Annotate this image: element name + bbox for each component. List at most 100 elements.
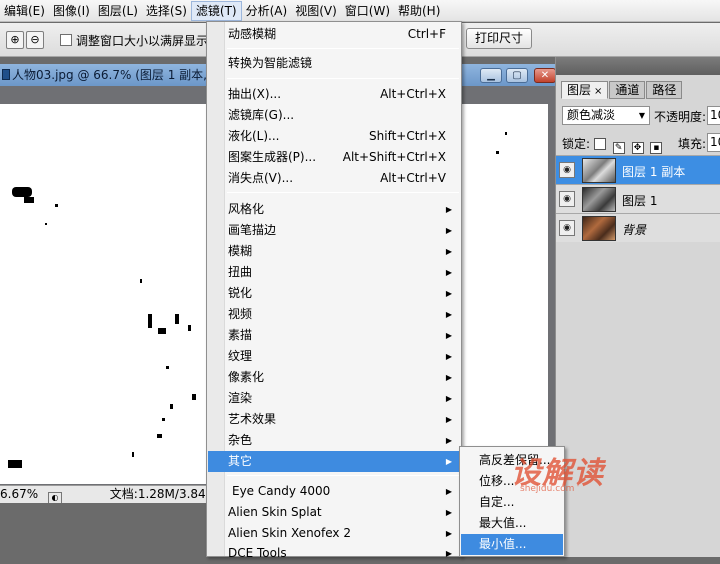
menu-help[interactable]: 帮助(H) xyxy=(394,1,444,21)
fill-input[interactable]: 10 xyxy=(707,133,720,152)
menu-filter[interactable]: 滤镜(T) xyxy=(190,0,242,21)
menu-item-sharpen[interactable]: 锐化 ▶ xyxy=(208,283,460,304)
layer-thumbnail xyxy=(582,216,616,241)
submenu-arrow-icon: ▶ xyxy=(445,205,452,214)
submenu-arrow-icon: ▶ xyxy=(445,247,452,256)
submenu-arrow-icon: ▶ xyxy=(445,331,452,340)
layer-row[interactable]: ◉ 背景 xyxy=(556,213,720,242)
panel-grip[interactable] xyxy=(556,57,720,75)
lock-transparent-icon[interactable] xyxy=(593,138,606,150)
close-icon[interactable]: × xyxy=(594,86,602,97)
menu-edit[interactable]: 编辑(E) xyxy=(0,1,49,21)
menu-item-blur[interactable]: 模糊 ▶ xyxy=(208,241,460,262)
menu-item-eye-candy[interactable]: Eye Candy 4000 ▶ xyxy=(208,481,460,502)
panel-tabs: 图层 × 通道 路径 xyxy=(561,81,683,99)
menu-item-extract[interactable]: 抽出(X)... Alt+Ctrl+X xyxy=(208,84,460,105)
eye-icon[interactable]: ◉ xyxy=(559,220,575,236)
resize-window-checkbox[interactable] xyxy=(60,34,72,46)
submenu-item-custom[interactable]: 自定... xyxy=(461,492,563,513)
menu-item-smart-filter[interactable]: 转换为智能滤镜 xyxy=(208,53,460,74)
close-icon[interactable]: ✕ xyxy=(534,68,556,83)
menu-item-render[interactable]: 渲染 ▶ xyxy=(208,388,460,409)
lock-all-icon[interactable]: ▪ xyxy=(650,142,663,154)
minimize-icon[interactable]: ▁ xyxy=(480,68,502,83)
menu-separator xyxy=(227,78,459,79)
layer-name: 背景 xyxy=(622,223,647,237)
print-size-button[interactable]: 打印尺寸 xyxy=(466,28,532,49)
menu-item-label: 像素化 xyxy=(228,370,265,384)
menu-item-label: Eye Candy 4000 xyxy=(232,484,331,498)
menu-item-vanishing-point[interactable]: 消失点(V)... Alt+Ctrl+V xyxy=(208,168,460,189)
menu-item-label: 杂色 xyxy=(228,433,253,447)
layer-row[interactable]: ◉ 图层 1 副本 xyxy=(556,155,720,184)
menu-item-liquify[interactable]: 液化(L)... Shift+Ctrl+X xyxy=(208,126,460,147)
menu-item-label: Alien Skin Splat xyxy=(228,505,322,519)
menu-image[interactable]: 图像(I) xyxy=(49,1,94,21)
submenu-arrow-icon: ▶ xyxy=(445,373,452,382)
filter-menu: 动感模糊 Ctrl+F 转换为智能滤镜 抽出(X)... Alt+Ctrl+X … xyxy=(206,21,462,560)
document-title: 人物03.jpg @ 66.7% (图层 1 副本, R xyxy=(12,68,220,82)
menu-analysis[interactable]: 分析(A) xyxy=(242,1,292,21)
submenu-item-minimum[interactable]: 最小值... xyxy=(461,534,563,555)
menu-item-label: 画笔描边 xyxy=(228,223,277,237)
menu-item-shortcut: Alt+Ctrl+X xyxy=(380,87,446,101)
menu-item-shortcut: Ctrl+F xyxy=(407,27,446,41)
lock-label: 锁定: xyxy=(562,137,591,151)
submenu-arrow-icon: ▶ xyxy=(445,226,452,235)
menu-item-label: 风格化 xyxy=(228,202,265,216)
eye-icon[interactable]: ◉ xyxy=(559,191,575,207)
menu-item-alien-skin-splat[interactable]: Alien Skin Splat ▶ xyxy=(208,502,460,523)
menu-item-pixelate[interactable]: 像素化 ▶ xyxy=(208,367,460,388)
eye-icon[interactable]: ◉ xyxy=(559,162,575,178)
document-icon xyxy=(2,69,10,80)
layer-thumbnail xyxy=(582,187,616,212)
menu-item-stylize[interactable]: 风格化 ▶ xyxy=(208,199,460,220)
menu-separator xyxy=(227,475,459,476)
zoom-level[interactable]: 6.67% xyxy=(0,487,38,501)
menu-item-artistic[interactable]: 艺术效果 ▶ xyxy=(208,409,460,430)
submenu-item-maximum[interactable]: 最大值... xyxy=(461,513,563,534)
menu-item-distort[interactable]: 扭曲 ▶ xyxy=(208,262,460,283)
menu-window[interactable]: 窗口(W) xyxy=(341,1,394,21)
menu-item-pattern-maker[interactable]: 图案生成器(P)... Alt+Shift+Ctrl+X xyxy=(208,147,460,168)
menu-item-label: 视频 xyxy=(228,307,253,321)
menu-item-label: Alien Skin Xenofex 2 xyxy=(228,526,351,540)
menu-item-texture[interactable]: 纹理 ▶ xyxy=(208,346,460,367)
menu-item-filter-gallery[interactable]: 滤镜库(G)... xyxy=(208,105,460,126)
zoom-in-icon[interactable]: ⊕ xyxy=(6,31,24,49)
menu-item-shortcut: Alt+Shift+Ctrl+X xyxy=(342,150,446,164)
menu-item-video[interactable]: 视频 ▶ xyxy=(208,304,460,325)
menu-separator xyxy=(227,192,459,193)
opacity-input[interactable]: 10 xyxy=(707,106,720,125)
layer-row[interactable]: ◉ 图层 1 xyxy=(556,184,720,213)
zoom-out-icon[interactable]: ⊖ xyxy=(26,31,44,49)
menu-item-alien-skin-xenofex[interactable]: Alien Skin Xenofex 2 ▶ xyxy=(208,523,460,544)
layer-thumbnail xyxy=(582,158,616,183)
resize-window-label: 调整窗口大小以满屏显示 xyxy=(76,34,209,48)
document-size: 文档:1.28M/3.84M xyxy=(109,487,217,501)
menu-item-label: 滤镜库(G)... xyxy=(228,108,295,122)
menu-item-label: 渲染 xyxy=(228,391,253,405)
submenu-arrow-icon: ▶ xyxy=(445,549,452,558)
maximize-icon[interactable]: ▢ xyxy=(506,68,528,83)
menu-item-noise[interactable]: 杂色 ▶ xyxy=(208,430,460,451)
tab-layers[interactable]: 图层 × xyxy=(561,81,609,99)
menu-item-label: 图案生成器(P)... xyxy=(228,150,317,164)
menu-layer[interactable]: 图层(L) xyxy=(94,1,142,21)
menu-item-dce-tools[interactable]: DCE Tools ▶ xyxy=(208,543,460,564)
submenu-arrow-icon: ▶ xyxy=(445,394,452,403)
menu-item-label: 纹理 xyxy=(228,349,253,363)
tab-paths[interactable]: 路径 xyxy=(646,81,683,99)
blend-mode-value: 颜色减淡 xyxy=(567,108,616,122)
menu-item-last-filter[interactable]: 动感模糊 Ctrl+F xyxy=(208,24,460,45)
menu-view[interactable]: 视图(V) xyxy=(291,1,341,21)
menu-item-other[interactable]: 其它 ▶ xyxy=(208,451,460,472)
blend-mode-select[interactable]: 颜色减淡 ▼ xyxy=(562,106,650,125)
lock-brush-icon[interactable]: ✎ xyxy=(612,142,625,154)
lock-move-icon[interactable]: ✥ xyxy=(631,142,644,154)
menu-select[interactable]: 选择(S) xyxy=(142,1,191,21)
menu-item-sketch[interactable]: 素描 ▶ xyxy=(208,325,460,346)
menu-item-brush-strokes[interactable]: 画笔描边 ▶ xyxy=(208,220,460,241)
tab-channels[interactable]: 通道 xyxy=(609,81,646,99)
submenu-arrow-icon: ▶ xyxy=(445,415,452,424)
